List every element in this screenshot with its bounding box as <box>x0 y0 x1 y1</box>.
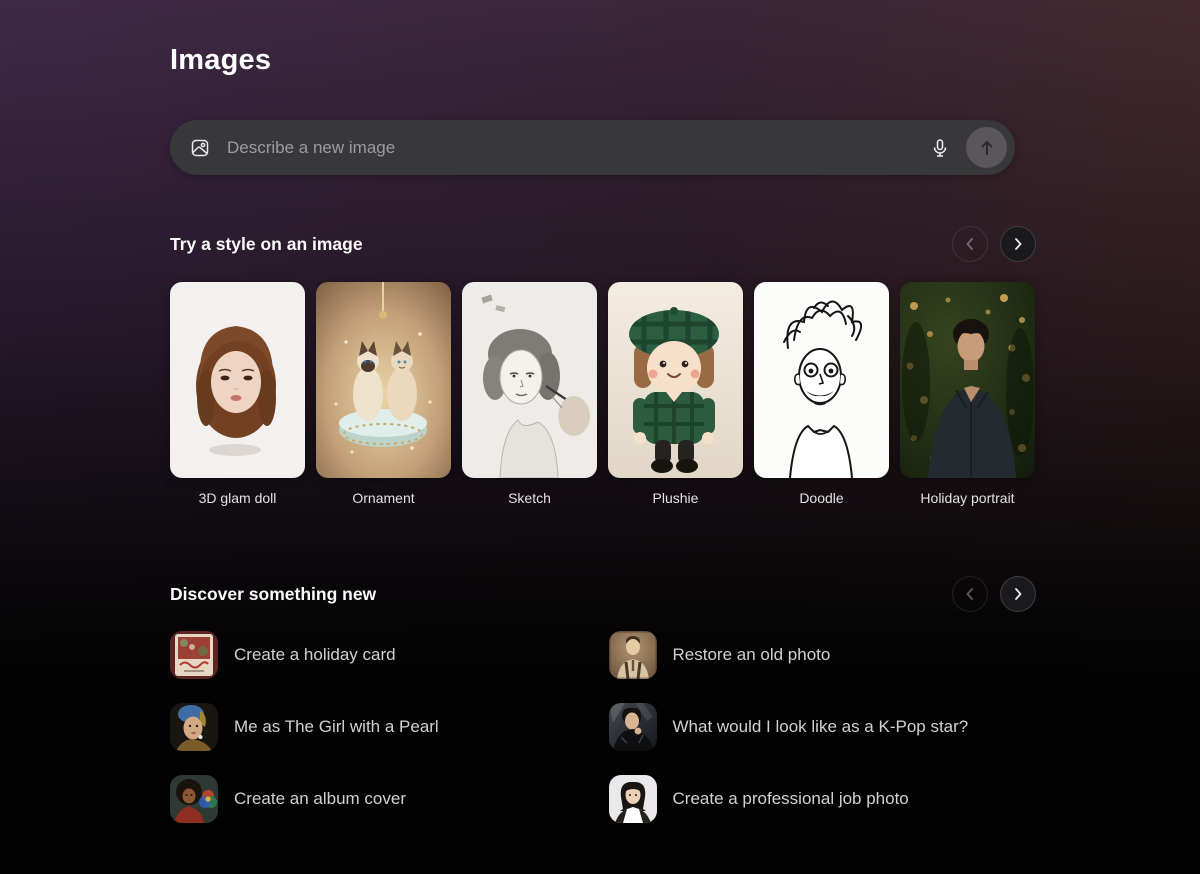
discover-prev-button[interactable] <box>952 576 988 612</box>
style-card-sketch[interactable]: Sketch <box>462 282 597 506</box>
chevron-right-icon <box>1011 587 1025 601</box>
discover-thumb-kpop-star <box>609 703 657 751</box>
style-card-holiday-portrait[interactable]: Holiday portrait <box>900 282 1035 506</box>
styles-section-title: Try a style on an image <box>170 234 363 255</box>
discover-item-holiday-card[interactable]: Create a holiday card <box>170 631 598 679</box>
style-card-image-doodle <box>754 282 889 478</box>
discover-section-title: Discover something new <box>170 584 376 605</box>
style-card-label: Holiday portrait <box>900 490 1035 506</box>
microphone-button[interactable] <box>922 130 958 166</box>
discover-item-girl-with-pearl[interactable]: Me as The Girl with a Pearl <box>170 703 598 751</box>
arrow-up-icon <box>977 138 997 158</box>
styles-next-button[interactable] <box>1000 226 1036 262</box>
page-title: Images <box>170 44 1036 77</box>
style-card-ornament[interactable]: Ornament <box>316 282 451 506</box>
discover-thumb-holiday-card <box>170 631 218 679</box>
style-card-label: Ornament <box>316 490 451 506</box>
discover-thumb-girl-with-pearl <box>170 703 218 751</box>
style-card-image-ornament <box>316 282 451 478</box>
style-card-doodle[interactable]: Doodle <box>754 282 889 506</box>
style-card-label: Plushie <box>608 490 743 506</box>
style-card-image-sketch <box>462 282 597 478</box>
style-card-label: Sketch <box>462 490 597 506</box>
images-page: Images <box>170 0 1036 823</box>
style-cards-row: 3D glam doll <box>170 282 1036 506</box>
style-card-label: Doodle <box>754 490 889 506</box>
prompt-input[interactable] <box>227 138 922 158</box>
discover-thumb-album-cover <box>170 775 218 823</box>
discover-thumb-job-photo <box>609 775 657 823</box>
discover-item-label: What would I look like as a K-Pop star? <box>673 717 969 737</box>
discover-carousel-nav <box>952 576 1036 612</box>
style-card-image-plushie <box>608 282 743 478</box>
style-card-3d-glam-doll[interactable]: 3D glam doll <box>170 282 305 506</box>
microphone-icon <box>930 138 950 158</box>
discover-item-album-cover[interactable]: Create an album cover <box>170 775 598 823</box>
discover-section-header: Discover something new <box>170 576 1036 612</box>
discover-item-restore-old-photo[interactable]: Restore an old photo <box>609 631 1037 679</box>
styles-carousel-nav <box>952 226 1036 262</box>
discover-item-label: Create an album cover <box>234 789 406 809</box>
chevron-left-icon <box>963 237 977 251</box>
chevron-right-icon <box>1011 237 1025 251</box>
styles-section-header: Try a style on an image <box>170 226 1036 262</box>
chevron-left-icon <box>963 587 977 601</box>
style-card-label: 3D glam doll <box>170 490 305 506</box>
discover-item-label: Create a holiday card <box>234 645 396 665</box>
style-card-image-3d-glam-doll <box>170 282 305 478</box>
style-card-image-holiday-portrait <box>900 282 1035 478</box>
discover-thumb-restore-old-photo <box>609 631 657 679</box>
discover-item-label: Me as The Girl with a Pearl <box>234 717 439 737</box>
styles-prev-button[interactable] <box>952 226 988 262</box>
submit-prompt-button[interactable] <box>966 127 1007 168</box>
discover-item-job-photo[interactable]: Create a professional job photo <box>609 775 1037 823</box>
discover-item-kpop-star[interactable]: What would I look like as a K-Pop star? <box>609 703 1037 751</box>
style-card-plushie[interactable]: Plushie <box>608 282 743 506</box>
image-icon <box>190 138 210 158</box>
image-prompt-composer <box>170 120 1015 175</box>
discover-item-label: Restore an old photo <box>673 645 831 665</box>
discover-grid: Create a holiday card Restore an old ph <box>170 631 1036 823</box>
discover-item-label: Create a professional job photo <box>673 789 909 809</box>
upload-image-button[interactable] <box>186 134 214 162</box>
discover-next-button[interactable] <box>1000 576 1036 612</box>
